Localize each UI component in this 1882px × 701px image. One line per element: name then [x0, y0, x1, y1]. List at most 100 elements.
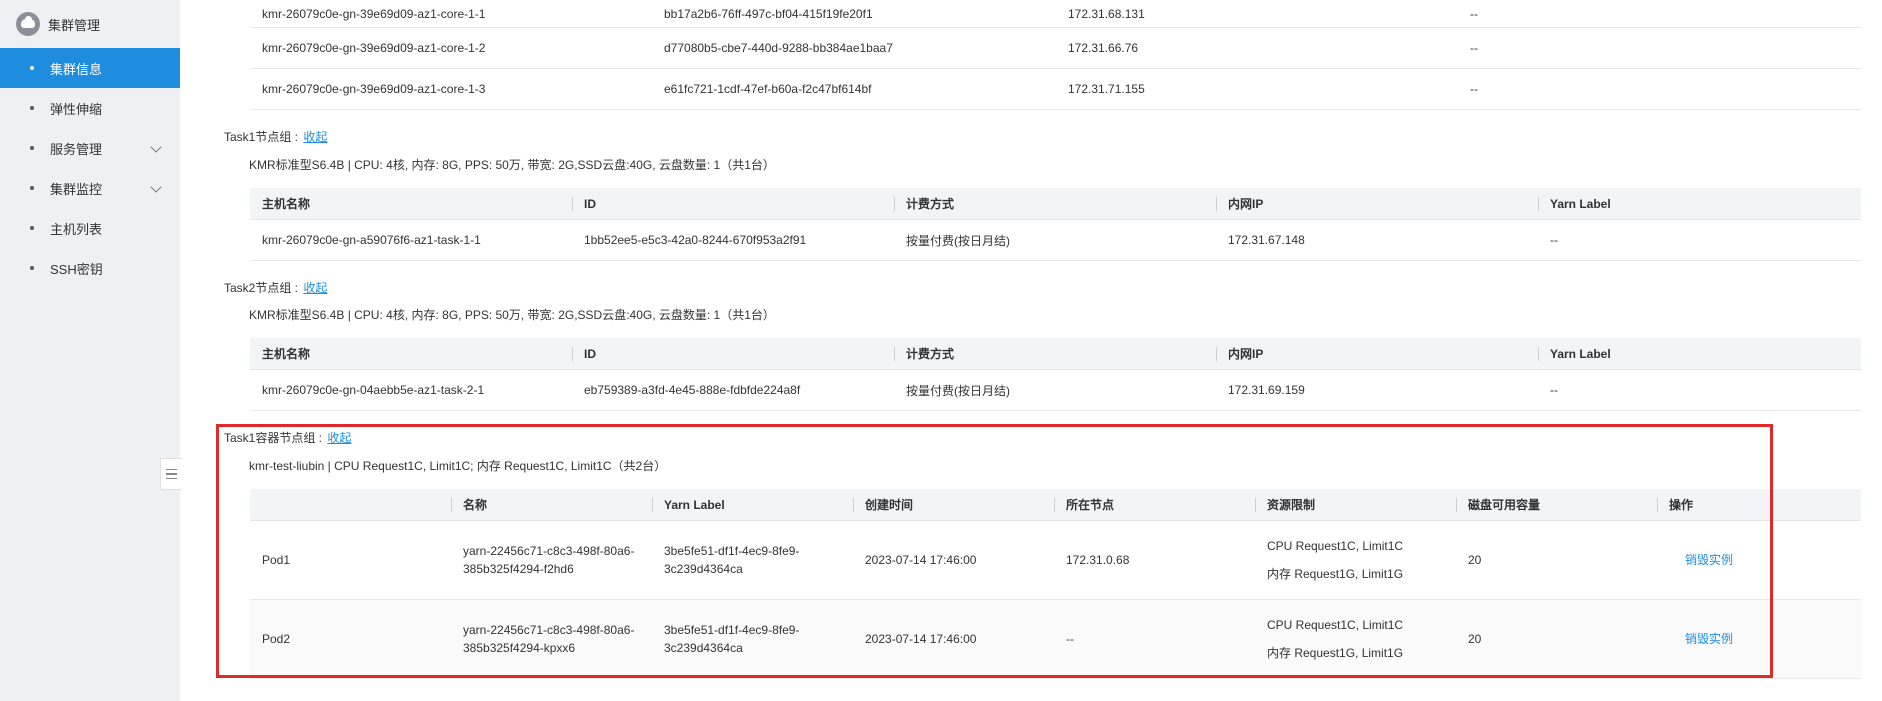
collapse-link[interactable]: 收起 — [327, 431, 351, 445]
id-cell: e61fc721-1cdf-47ef-b60a-f2c47bf614bf — [664, 82, 872, 96]
table-row: kmr-26079c0e-gn-39e69d09-az1-core-1-2 d7… — [250, 28, 1861, 69]
sidebar-item-label: 主机列表 — [50, 221, 103, 237]
menu-icon — [166, 477, 177, 480]
chevron-down-icon — [150, 141, 162, 153]
destroy-instance-link[interactable]: 销毁实例 — [1685, 553, 1733, 567]
sidebar-header: 集群管理 — [0, 0, 180, 48]
ip-cell: 172.31.67.148 — [1228, 233, 1305, 247]
pod-cell: Pod1 — [262, 553, 291, 567]
column-header: Yarn Label — [652, 497, 853, 512]
yarn-label-cell: 3be5fe51-df1f-4ec9-8fe9- 3c239d4364ca — [652, 621, 853, 657]
cluster-icon — [16, 12, 40, 36]
column-header: 名称 — [451, 496, 652, 513]
created-time-cell: 2023-07-14 17:46:00 — [865, 553, 977, 567]
column-header: 操作 — [1657, 496, 1860, 513]
memory-limit: 内存 Request1G, Limit1G — [1267, 646, 1404, 660]
id-cell: eb759389-a3fd-4e45-888e-fdbfde224a8f — [584, 383, 801, 397]
host-name-cell: kmr-26079c0e-gn-39e69d09-az1-core-1-3 — [262, 82, 486, 96]
action-cell: 销毁实例 — [1657, 551, 1860, 569]
sidebar-item-label: 集群信息 — [50, 61, 103, 77]
host-name-cell: kmr-26079c0e-gn-a59076f6-az1-task-1-1 — [262, 233, 481, 247]
name-line: 385b325f4294-kpxx6 — [463, 641, 576, 655]
host-name-cell: kmr-26079c0e-gn-39e69d09-az1-core-1-1 — [262, 6, 486, 21]
column-header: Yarn Label — [1538, 196, 1861, 211]
sidebar-item-cluster-monitoring[interactable]: 集群监控 — [0, 168, 180, 208]
sidebar-item-elastic-scaling[interactable]: 弹性伸缩 — [0, 88, 180, 128]
column-header: Yarn Label — [1538, 346, 1861, 361]
label-line: 3be5fe51-df1f-4ec9-8fe9- — [664, 544, 800, 558]
group-spec: KMR标准型S6.4B | CPU: 4核, 内存: 8G, PPS: 50万,… — [249, 158, 775, 172]
yarn-label-cell: -- — [1550, 383, 1558, 397]
host-name-cell: kmr-26079c0e-gn-39e69d09-az1-core-1-2 — [262, 41, 486, 55]
column-header: 主机名称 — [262, 197, 311, 211]
host-name-cell: kmr-26079c0e-gn-04aebb5e-az1-task-2-1 — [262, 383, 485, 397]
table-row: kmr-26079c0e-gn-04aebb5e-az1-task-2-1 eb… — [250, 370, 1861, 411]
table-row: kmr-26079c0e-gn-39e69d09-az1-core-1-3 e6… — [250, 69, 1861, 110]
table-header: 主机名称 ID 计费方式 内网IP Yarn Label — [250, 338, 1861, 370]
column-header: ID — [572, 346, 894, 361]
sidebar-item-cluster-info[interactable]: 集群信息 — [0, 48, 180, 88]
label-line: 3be5fe51-df1f-4ec9-8fe9- — [664, 623, 800, 637]
group-title-text: Task1容器节点组 : — [224, 431, 323, 445]
menu-icon — [166, 468, 177, 471]
sidebar-collapse-toggle[interactable] — [160, 458, 182, 490]
sidebar: 集群管理 集群信息 弹性伸缩 服务管理 集群监控 主机列表 SSH密钥 — [0, 0, 180, 701]
task1-group-title: Task1节点组 : 收起 — [224, 128, 327, 145]
column-header: ID — [572, 196, 894, 211]
billing-cell: 按量付费(按日月结) — [906, 383, 1010, 398]
column-header: 计费方式 — [894, 345, 1216, 362]
table-row: kmr-26079c0e-gn-39e69d09-az1-core-1-1 bb… — [250, 0, 1861, 28]
bullet-icon — [30, 66, 34, 70]
memory-limit: 内存 Request1G, Limit1G — [1267, 567, 1404, 581]
sidebar-title: 集群管理 — [48, 17, 101, 33]
table-row: Pod1 yarn-22456c71-c8c3-498f-80a6- 385b3… — [250, 521, 1861, 600]
name-cell: yarn-22456c71-c8c3-498f-80a6- 385b325f42… — [451, 542, 652, 578]
billing-cell: 按量付费(按日月结) — [906, 233, 1010, 248]
disk-capacity-cell: 20 — [1468, 632, 1482, 646]
destroy-instance-link[interactable]: 销毁实例 — [1685, 632, 1733, 646]
sidebar-item-host-list[interactable]: 主机列表 — [0, 208, 180, 248]
label-line: 3c239d4364ca — [664, 562, 743, 576]
collapse-link[interactable]: 收起 — [303, 130, 327, 144]
ip-cell: 172.31.66.76 — [1068, 41, 1139, 55]
group-spec: kmr-test-liubin | CPU Request1C, Limit1C… — [249, 459, 667, 473]
sidebar-item-label: 服务管理 — [50, 141, 103, 157]
sidebar-item-service-management[interactable]: 服务管理 — [0, 128, 180, 168]
cpu-limit: CPU Request1C, Limit1C — [1267, 618, 1404, 632]
resource-limit-cell: CPU Request1C, Limit1C 内存 Request1G, Lim… — [1255, 532, 1456, 588]
name-line: yarn-22456c71-c8c3-498f-80a6- — [463, 544, 635, 558]
column-header: 资源限制 — [1255, 496, 1456, 513]
group-title-text: Task2节点组 : — [224, 281, 299, 295]
column-header: 所在节点 — [1054, 496, 1255, 513]
task2-group-title: Task2节点组 : 收起 — [224, 279, 327, 296]
cpu-limit: CPU Request1C, Limit1C — [1267, 539, 1404, 553]
column-header: 内网IP — [1216, 345, 1538, 362]
sidebar-item-label: 弹性伸缩 — [50, 101, 103, 117]
name-line: yarn-22456c71-c8c3-498f-80a6- — [463, 623, 635, 637]
menu-icon — [166, 473, 177, 475]
sidebar-item-label: SSH密钥 — [50, 261, 103, 277]
collapse-link[interactable]: 收起 — [303, 281, 327, 295]
id-cell: bb17a2b6-76ff-497c-bf04-415f19fe20f1 — [664, 6, 873, 21]
id-cell: d77080b5-cbe7-440d-9288-bb384ae1baa7 — [664, 41, 893, 55]
id-cell: 1bb52ee5-e5c3-42a0-8244-670f953a2f91 — [584, 233, 807, 247]
name-line: 385b325f4294-f2hd6 — [463, 562, 574, 576]
ip-cell: 172.31.71.155 — [1068, 82, 1145, 96]
pod-cell: Pod2 — [262, 632, 291, 646]
bullet-icon — [30, 226, 34, 230]
container-group-title: Task1容器节点组 : 收起 — [224, 429, 351, 446]
bullet-icon — [30, 146, 34, 150]
column-header: 主机名称 — [262, 347, 311, 361]
group-title-text: Task1节点组 : — [224, 130, 299, 144]
label-line: 3c239d4364ca — [664, 641, 743, 655]
action-cell: 销毁实例 — [1657, 630, 1860, 648]
yarn-label-cell: -- — [1550, 233, 1558, 247]
bullet-icon — [30, 266, 34, 270]
yarn-label-cell: -- — [1470, 82, 1478, 96]
bullet-icon — [30, 106, 34, 110]
created-time-cell: 2023-07-14 17:46:00 — [865, 632, 977, 646]
table-row: kmr-26079c0e-gn-a59076f6-az1-task-1-1 1b… — [250, 220, 1861, 261]
node-cell: 172.31.0.68 — [1066, 553, 1130, 567]
sidebar-item-ssh-keys[interactable]: SSH密钥 — [0, 248, 180, 288]
column-header: 计费方式 — [894, 195, 1216, 212]
